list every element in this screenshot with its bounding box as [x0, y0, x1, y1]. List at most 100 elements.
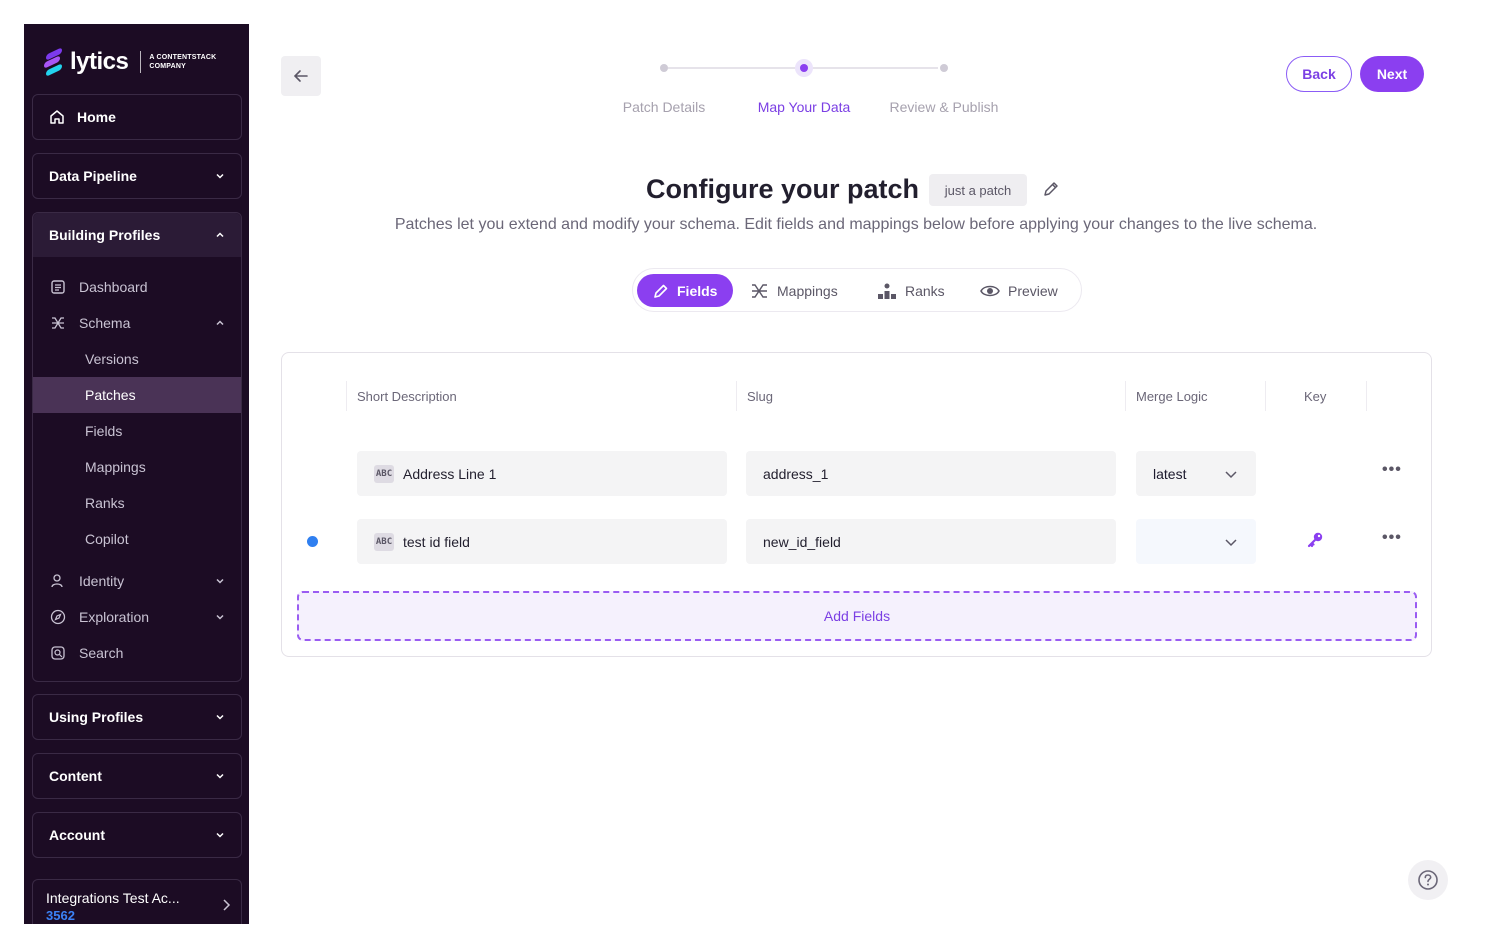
short-description-value: test id field [403, 533, 470, 550]
sidebar-item-fields[interactable]: Fields [33, 413, 241, 449]
step-label-review-publish[interactable]: Review & Publish [890, 99, 999, 115]
sidebar-section-building-profiles: Building Profiles Dashboard Schema Versi… [32, 212, 242, 682]
back-button[interactable]: Back [1286, 56, 1352, 92]
step-dot-review-publish [940, 64, 948, 72]
mappings-icon [752, 283, 767, 298]
next-button[interactable]: Next [1360, 56, 1424, 92]
account-name: Integrations Test Ac... [46, 890, 180, 906]
fields-table-card: Short Description Slug Merge Logic Key A… [281, 352, 1432, 657]
sidebar-item-patches[interactable]: Patches [33, 377, 241, 413]
sidebar-item-label: Home [77, 109, 116, 125]
help-button[interactable] [1408, 860, 1448, 900]
column-divider [1265, 381, 1266, 411]
short-description-field[interactable]: ABC test id field [357, 519, 727, 564]
dashboard-icon [49, 278, 67, 296]
brand-logo[interactable]: lytics A CONTENTSTACK COMPANY [44, 47, 216, 77]
tab-mappings[interactable]: Mappings [735, 274, 854, 307]
chevron-down-icon [216, 773, 224, 779]
tab-label: Preview [1008, 282, 1058, 299]
column-divider [1125, 381, 1126, 411]
stepper-line [812, 67, 938, 69]
arrow-left-icon [293, 70, 308, 82]
merge-logic-select[interactable] [1136, 519, 1256, 564]
column-header-short-description: Short Description [357, 389, 457, 404]
sidebar-item-home[interactable]: Home [32, 94, 242, 140]
slug-field[interactable]: address_1 [746, 451, 1116, 496]
sidebar-item-ranks[interactable]: Ranks [33, 485, 241, 521]
tab-fields[interactable]: Fields [637, 274, 734, 307]
stepper-line [668, 67, 798, 69]
row-more-icon[interactable]: ••• [1382, 529, 1402, 547]
sidebar-item-dashboard[interactable]: Dashboard [33, 269, 241, 305]
brand-subtitle-line2: COMPANY [149, 63, 187, 70]
search-icon [49, 644, 67, 662]
compass-icon [49, 608, 67, 626]
sidebar-item-account[interactable]: Account [32, 812, 242, 858]
brand-subtitle: A CONTENTSTACK COMPANY [149, 53, 216, 71]
new-field-indicator [307, 536, 318, 547]
tab-preview[interactable]: Preview [964, 274, 1074, 307]
sidebar-item-label: Using Profiles [49, 709, 144, 725]
account-id: 3562 [46, 908, 75, 923]
merge-logic-select[interactable]: latest [1136, 451, 1256, 496]
sidebar-item-copilot[interactable]: Copilot [33, 521, 241, 557]
identity-icon [49, 572, 67, 590]
slug-value: new_id_field [763, 533, 841, 550]
slug-field[interactable]: new_id_field [746, 519, 1116, 564]
chevron-down-icon [216, 578, 224, 584]
title-row: Configure your patch just a patch [0, 172, 1488, 208]
step-label-map-your-data[interactable]: Map Your Data [758, 99, 851, 115]
sidebar-item-exploration[interactable]: Exploration [33, 599, 241, 635]
text-type-icon: ABC [374, 532, 394, 551]
schema-icon [49, 314, 67, 332]
page-subtitle: Patches let you extend and modify your s… [394, 216, 1318, 233]
eye-icon [980, 285, 1000, 296]
sidebar: lytics A CONTENTSTACK COMPANY Home Data … [24, 24, 249, 924]
sidebar-item-label: Search [79, 645, 124, 661]
pencil-icon [654, 284, 668, 298]
ranks-icon [878, 283, 896, 299]
chevron-down-icon [216, 714, 224, 720]
sidebar-item-label: Content [49, 768, 102, 784]
sidebar-item-label: Exploration [79, 609, 150, 625]
sidebar-item-label: Schema [79, 315, 131, 331]
sidebar-item-mappings[interactable]: Mappings [33, 449, 241, 485]
column-divider [1366, 381, 1367, 411]
view-tabs: Fields Mappings Ranks Preview [632, 268, 1082, 312]
sidebar-item-label: Account [49, 827, 105, 843]
tab-label: Ranks [905, 282, 945, 299]
brand-name: lytics [70, 48, 129, 75]
sidebar-item-content[interactable]: Content [32, 753, 242, 799]
brand-divider [140, 51, 142, 73]
sidebar-item-using-profiles[interactable]: Using Profiles [32, 694, 242, 740]
pencil-icon[interactable] [1042, 180, 1060, 198]
add-fields-button[interactable]: Add Fields [297, 591, 1417, 641]
sidebar-item-versions[interactable]: Versions [33, 341, 241, 377]
step-label-patch-details[interactable]: Patch Details [623, 99, 705, 115]
chevron-down-icon [1225, 539, 1237, 547]
chevron-down-icon [1225, 471, 1237, 479]
sidebar-item-identity[interactable]: Identity [33, 563, 241, 599]
account-switcher[interactable]: Integrations Test Ac... 3562 [32, 879, 242, 924]
tab-ranks[interactable]: Ranks [861, 274, 961, 307]
short-description-value: Address Line 1 [403, 465, 497, 482]
row-more-icon[interactable]: ••• [1382, 461, 1402, 479]
sidebar-item-search[interactable]: Search [33, 635, 241, 671]
step-dot-map-your-data [795, 59, 813, 77]
sidebar-item-label: Dashboard [79, 279, 148, 295]
chevron-up-icon [216, 320, 224, 326]
app-frame: lytics A CONTENTSTACK COMPANY Home Data … [0, 0, 1488, 948]
column-header-key: Key [1304, 389, 1327, 404]
back-arrow-button[interactable] [281, 56, 321, 96]
merge-logic-value: latest [1153, 465, 1187, 482]
slug-value: address_1 [763, 465, 829, 482]
sidebar-item-label: Identity [79, 573, 125, 589]
brand-subtitle-line1: A CONTENTSTACK [149, 54, 217, 61]
help-icon [1418, 870, 1438, 890]
key-icon[interactable] [1306, 531, 1324, 549]
short-description-field[interactable]: ABC Address Line 1 [357, 451, 727, 496]
chevron-down-icon [216, 832, 224, 838]
progress-stepper: Patch Details Map Your Data Review & Pub… [600, 56, 1030, 120]
sidebar-item-schema[interactable]: Schema [33, 305, 241, 341]
patch-name-badge: just a patch [929, 174, 1027, 206]
